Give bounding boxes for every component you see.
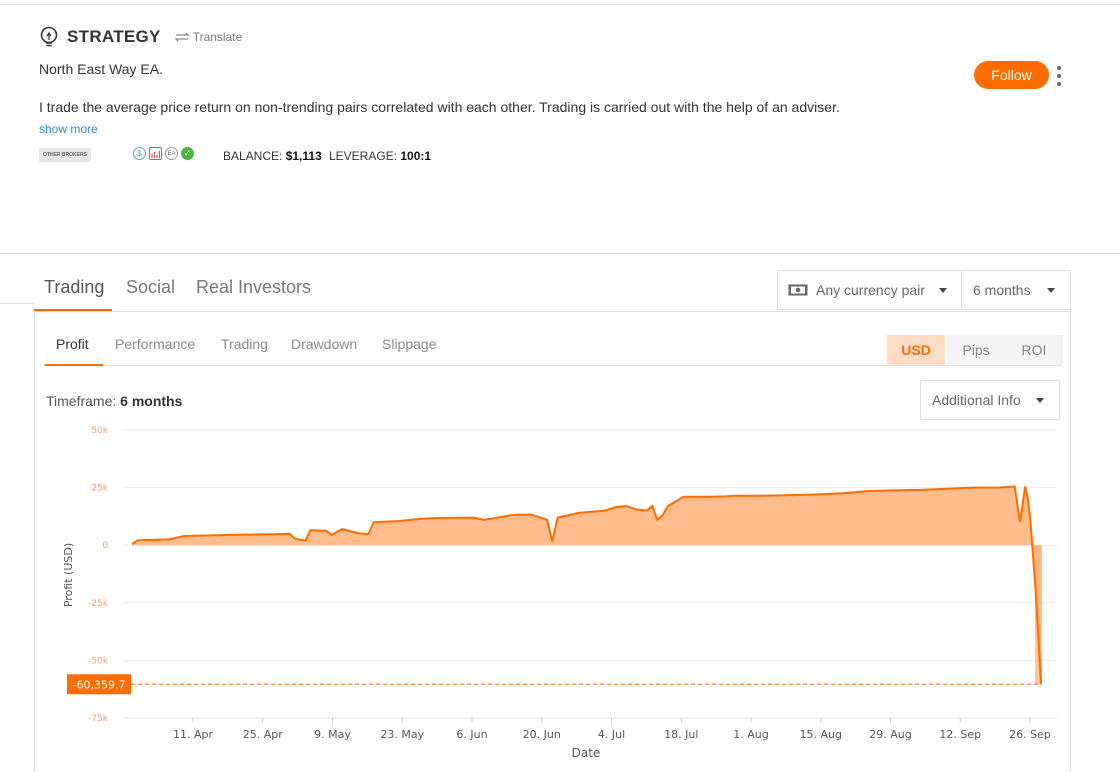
x-axis-label: Date [572,746,601,760]
x-tick-label: 18. Jul [664,728,698,741]
x-tick-label: 20. Jun [523,728,561,741]
x-tick-label: 4. Jul [598,728,625,741]
y-tick-label: -75k [88,714,109,724]
x-tick-label: 11. Apr [173,728,213,741]
profit-chart: 50k 25k 0 -25k -50k -75k 11. Apr 25. Apr 9. May… [62,426,1057,760]
current-value-label: -60,359.7 [73,678,126,691]
x-tick-label: 9. May [314,728,351,741]
x-tick-label: 1. Aug [733,728,768,741]
x-tick-label: 6. Jun [456,728,487,741]
y-tick-label: 0 [102,541,108,551]
x-tick-label: 23. May [380,728,424,741]
x-tick-label: 29. Aug [869,728,911,741]
y-tick-label: -25k [88,599,109,609]
y-tick-label: 50k [91,426,108,436]
x-tick-label: 25. Apr [243,728,283,741]
x-tick-label: 26. Sep [1009,728,1051,741]
y-tick-label: 25k [91,484,108,494]
y-axis-label: Profit (USD) [62,543,75,607]
profit-area [132,486,1041,685]
x-tick-label: 15. Aug [800,728,842,741]
x-tick-label: 12. Sep [939,728,981,741]
y-tick-label: -50k [88,656,109,666]
